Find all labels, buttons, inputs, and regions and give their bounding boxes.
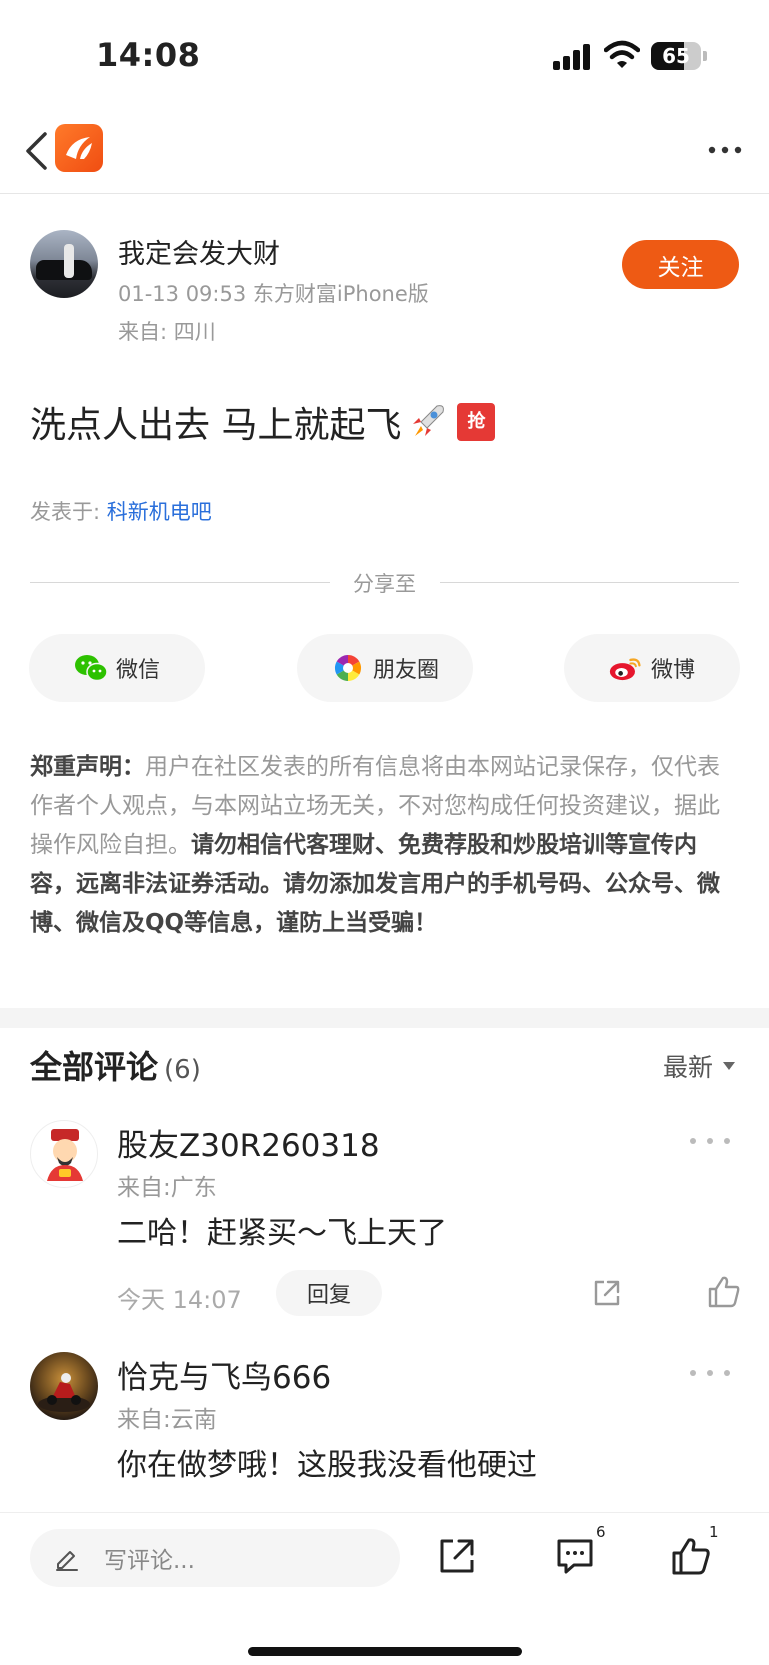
- author-avatar[interactable]: [30, 230, 98, 298]
- comment-more-button[interactable]: [690, 1134, 730, 1148]
- comment-item: 恰克与飞鸟666 来自:云南 你在做梦哦！这股我没看他硬过: [0, 1352, 769, 1512]
- caret-down-icon: [723, 1062, 735, 1070]
- comment-item: 股友Z30R260318 来自:广东 二哈！赶紧买～飞上天了 今天 14:07 …: [0, 1120, 769, 1320]
- back-button[interactable]: [16, 126, 56, 176]
- rocket-emoji-icon: [413, 405, 445, 436]
- weibo-icon: [609, 658, 641, 681]
- fortune-god-avatar-icon: [47, 1129, 83, 1181]
- share-divider: 分享至: [30, 568, 739, 596]
- comments-title-text: 全部评论: [30, 1048, 159, 1086]
- comments-count: (6): [164, 1055, 201, 1085]
- posted-in: 发表于: 科新机电吧: [30, 496, 212, 526]
- more-dots-icon: [708, 146, 742, 154]
- comment-count-badge: 6: [596, 1523, 606, 1541]
- author-location: 来自: 四川: [118, 320, 216, 344]
- comment-text: 二哈！赶紧买～飞上天了: [117, 1216, 447, 1251]
- author-name[interactable]: 我定会发大财: [118, 232, 280, 271]
- like-count-badge: 1: [709, 1523, 719, 1541]
- divider-line-right: [440, 582, 739, 583]
- section-separator: [0, 1008, 769, 1028]
- post-meta: 01-13 09:53 东方财富iPhone版: [118, 282, 429, 306]
- status-time: 14:08: [96, 36, 201, 74]
- share-label: 分享至: [353, 572, 416, 596]
- thumbs-up-icon[interactable]: [706, 1274, 742, 1310]
- share-wechat-button[interactable]: 微信: [29, 634, 205, 702]
- follow-button[interactable]: 关注: [622, 240, 739, 289]
- comment-text: 你在做梦哦！这股我没看他硬过: [117, 1448, 537, 1483]
- share-weibo-button[interactable]: 微博: [564, 634, 740, 702]
- bottom-action-bar: 写评论... 6 1: [0, 1512, 769, 1665]
- posted-in-label: 发表于:: [30, 500, 107, 524]
- motorcycle-avatar-icon: [38, 1373, 90, 1412]
- comment-time: 今天 14:07: [117, 1286, 242, 1314]
- comment-bubble-icon[interactable]: [554, 1535, 596, 1577]
- share-moments-button[interactable]: 朋友圈: [297, 634, 473, 702]
- battery-icon: 65: [651, 42, 701, 70]
- share-wechat-label: 微信: [115, 658, 160, 683]
- write-comment-placeholder: 写评论...: [104, 1548, 195, 1574]
- moments-icon: [334, 654, 362, 682]
- wechat-icon: [74, 655, 108, 682]
- comment-location: 来自:广东: [117, 1175, 217, 1201]
- comments-title: 全部评论 (6): [30, 1042, 201, 1088]
- write-comment-input[interactable]: 写评论...: [30, 1529, 400, 1587]
- comment-more-button[interactable]: [690, 1366, 730, 1380]
- sort-label: 最新: [662, 1053, 713, 1082]
- pencil-icon: [56, 1551, 78, 1571]
- comments-header: 全部评论 (6) 最新: [0, 1042, 769, 1092]
- comment-avatar[interactable]: [30, 1352, 98, 1420]
- sort-dropdown[interactable]: 最新: [663, 1048, 735, 1084]
- share-row: 微信 朋友圈 微博: [0, 634, 769, 702]
- status-bar: 14:08 65: [0, 0, 769, 110]
- post-text: 洗点人出去 马上就起飞: [30, 405, 402, 446]
- share-moments-label: 朋友圈: [372, 658, 439, 683]
- chevron-left-icon: [26, 132, 47, 170]
- share-weibo-label: 微博: [650, 658, 695, 683]
- nav-bar: [0, 110, 769, 194]
- grab-emoji-badge: 抢: [457, 403, 496, 441]
- post-body: 洗点人出去 马上就起飞 抢: [30, 396, 496, 448]
- cellular-signal-icon: [553, 44, 593, 70]
- thumbs-up-icon[interactable]: [670, 1535, 712, 1577]
- battery-percent: 65: [662, 44, 690, 68]
- comment-location: 来自:云南: [117, 1407, 217, 1433]
- comment-avatar[interactable]: [30, 1120, 98, 1188]
- disclaimer: 郑重声明：用户在社区发表的所有信息将由本网站记录保存，仅代表作者个人观点，与本网…: [30, 748, 742, 943]
- stock-bar-link[interactable]: 科新机电吧: [107, 500, 212, 524]
- comment-username[interactable]: 股友Z30R260318: [117, 1120, 380, 1165]
- eastmoney-logo-icon[interactable]: [55, 124, 103, 172]
- more-button[interactable]: [705, 130, 745, 170]
- author-header: 我定会发大财 01-13 09:53 东方财富iPhone版 来自: 四川 关注: [0, 228, 769, 348]
- avatar-person: [64, 244, 74, 278]
- reply-button[interactable]: 回复: [276, 1270, 382, 1316]
- disclaimer-title: 郑重声明：: [30, 754, 145, 780]
- wifi-icon: [604, 40, 640, 68]
- home-indicator: [248, 1647, 522, 1656]
- comment-username[interactable]: 恰克与飞鸟666: [117, 1352, 331, 1397]
- battery-tip: [703, 51, 707, 61]
- share-icon[interactable]: [590, 1276, 624, 1310]
- share-icon[interactable]: [436, 1535, 478, 1577]
